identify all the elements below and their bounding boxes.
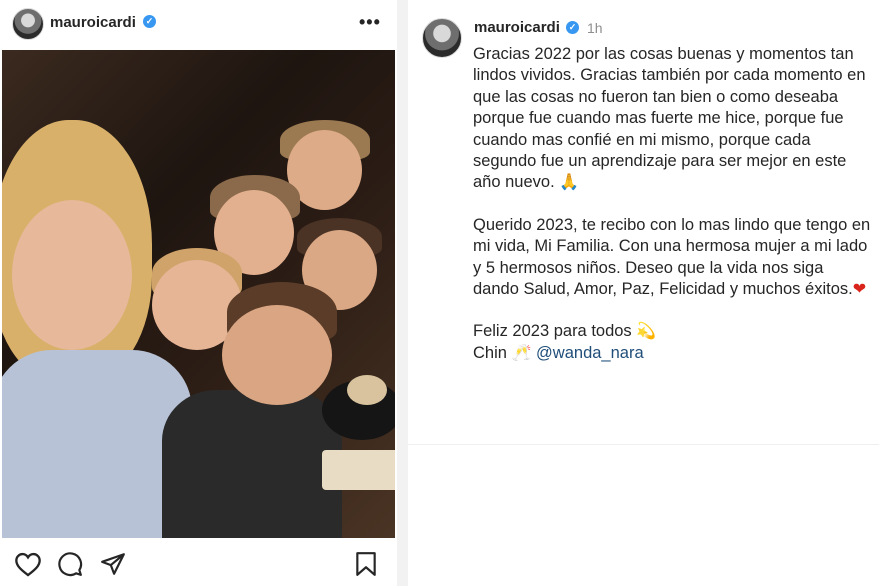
caption-paragraph: Querido 2023, te recibo con lo mas lindo…: [473, 215, 873, 301]
heart-emoji-icon: ❤: [852, 281, 867, 299]
caption-paragraph: Gracias 2022 por las cosas buenas y mome…: [473, 44, 873, 194]
dizzy-emoji-icon: 💫: [636, 323, 657, 341]
avatar[interactable]: [422, 18, 462, 58]
post-card: mauroicardi ✓ •••: [0, 0, 397, 586]
cheers-emoji-icon: 🥂: [511, 344, 532, 362]
caption-paragraph-1: Gracias 2022 por las cosas buenas y mome…: [473, 45, 866, 192]
caption-line: Chin 🥂 @wanda_nara: [473, 343, 873, 364]
photo-shape: [222, 305, 332, 405]
photo-shape: [347, 375, 387, 405]
post-header: mauroicardi ✓ •••: [0, 0, 397, 46]
verified-badge-icon: ✓: [143, 15, 156, 28]
share-icon[interactable]: [100, 551, 126, 577]
comment-icon[interactable]: [57, 551, 83, 577]
caption-username[interactable]: mauroicardi: [474, 19, 560, 36]
pray-emoji-icon: 🙏: [559, 174, 580, 192]
post-time: 1h: [587, 20, 603, 36]
photo-shape: [162, 390, 342, 538]
caption-line: Feliz 2023 para todos 💫: [473, 321, 873, 342]
mention-link[interactable]: @wanda_nara: [536, 344, 644, 362]
post-actions: [0, 540, 397, 586]
caption-bottom-divider: [408, 444, 879, 445]
caption-text: Gracias 2022 por las cosas buenas y mome…: [473, 44, 873, 364]
avatar[interactable]: [12, 8, 44, 40]
panel-divider: [397, 0, 408, 586]
verified-badge-icon: ✓: [566, 21, 579, 34]
caption-panel: mauroicardi ✓ 1h Gracias 2022 por las co…: [408, 0, 879, 586]
caption-line-4: Chin: [473, 343, 507, 362]
post-username[interactable]: mauroicardi: [50, 14, 136, 31]
heart-icon[interactable]: [14, 551, 42, 577]
save-icon[interactable]: [355, 551, 377, 577]
caption-paragraph-2: Querido 2023, te recibo con lo mas lindo…: [473, 215, 871, 299]
photo-shape: [12, 200, 132, 350]
photo-shape: [322, 450, 395, 490]
post-photo[interactable]: [2, 50, 395, 538]
caption-line-3: Feliz 2023 para todos: [473, 322, 632, 341]
more-options-icon[interactable]: •••: [359, 12, 381, 33]
